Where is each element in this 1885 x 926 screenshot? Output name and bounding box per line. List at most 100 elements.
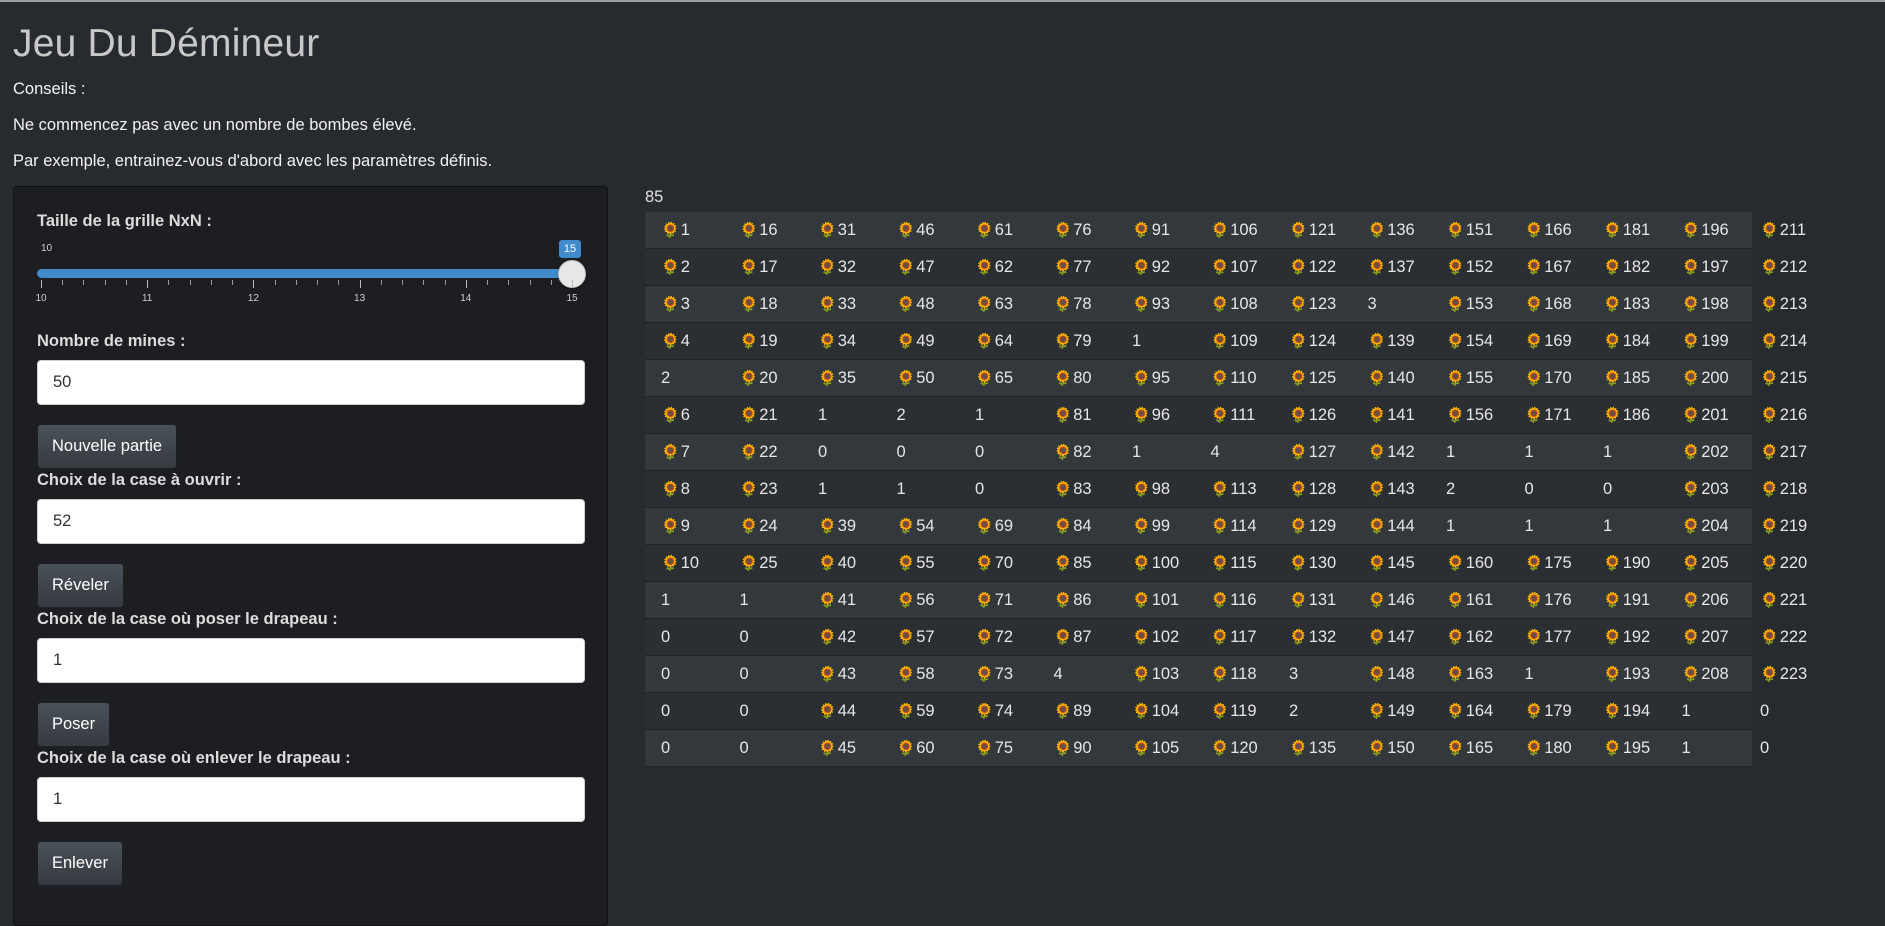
board-cell-hidden[interactable]: 🌻185 bbox=[1603, 360, 1650, 396]
board-cell-hidden[interactable]: 🌻161 bbox=[1446, 582, 1493, 618]
board-cell-hidden[interactable]: 🌻160 bbox=[1446, 545, 1493, 581]
new-game-button[interactable]: Nouvelle partie bbox=[37, 424, 178, 469]
board-cell-hidden[interactable]: 🌻100 bbox=[1132, 545, 1179, 581]
board-cell-hidden[interactable]: 🌻106 bbox=[1211, 212, 1258, 248]
board-cell-hidden[interactable]: 🌻21 bbox=[740, 397, 778, 433]
board-cell-hidden[interactable]: 🌻140 bbox=[1368, 360, 1415, 396]
board-cell-hidden[interactable]: 🌻65 bbox=[975, 360, 1013, 396]
board-cell-hidden[interactable]: 🌻126 bbox=[1289, 397, 1336, 433]
board-cell-revealed[interactable]: 1 bbox=[818, 471, 827, 507]
board-cell-revealed[interactable]: 1 bbox=[1132, 434, 1141, 470]
board-cell-hidden[interactable]: 🌻72 bbox=[975, 619, 1013, 655]
board-cell-hidden[interactable]: 🌻55 bbox=[897, 545, 935, 581]
board-cell-hidden[interactable]: 🌻219 bbox=[1760, 508, 1807, 544]
board-cell-hidden[interactable]: 🌻168 bbox=[1525, 286, 1572, 322]
board-cell-hidden[interactable]: 🌻169 bbox=[1525, 323, 1572, 359]
board-cell-hidden[interactable]: 🌻221 bbox=[1760, 582, 1807, 618]
board-cell-hidden[interactable]: 🌻64 bbox=[975, 323, 1013, 359]
board-cell-hidden[interactable]: 🌻195 bbox=[1603, 730, 1650, 766]
board-cell-hidden[interactable]: 🌻201 bbox=[1682, 397, 1729, 433]
board-cell-hidden[interactable]: 🌻113 bbox=[1211, 471, 1257, 507]
board-cell-hidden[interactable]: 🌻84 bbox=[1054, 508, 1092, 544]
board-cell-hidden[interactable]: 🌻214 bbox=[1760, 323, 1807, 359]
board-cell-hidden[interactable]: 🌻216 bbox=[1760, 397, 1807, 433]
board-cell-hidden[interactable]: 🌻59 bbox=[897, 693, 935, 729]
board-cell-revealed[interactable]: 0 bbox=[1760, 730, 1769, 766]
board-cell-revealed[interactable]: 4 bbox=[1211, 434, 1220, 470]
board-cell-hidden[interactable]: 🌻145 bbox=[1368, 545, 1415, 581]
board-cell-hidden[interactable]: 🌻149 bbox=[1368, 693, 1415, 729]
board-cell-hidden[interactable]: 🌻76 bbox=[1054, 212, 1092, 248]
board-cell-hidden[interactable]: 🌻152 bbox=[1446, 249, 1493, 285]
board-cell-hidden[interactable]: 🌻120 bbox=[1211, 730, 1258, 766]
board-cell-hidden[interactable]: 🌻220 bbox=[1760, 545, 1807, 581]
board-cell-revealed[interactable]: 1 bbox=[1603, 434, 1612, 470]
board-cell-hidden[interactable]: 🌻98 bbox=[1132, 471, 1170, 507]
board-cell-revealed[interactable]: 0 bbox=[1760, 693, 1769, 729]
board-cell-hidden[interactable]: 🌻95 bbox=[1132, 360, 1170, 396]
board-cell-hidden[interactable]: 🌻80 bbox=[1054, 360, 1092, 396]
board-cell-hidden[interactable]: 🌻153 bbox=[1446, 286, 1493, 322]
board-cell-hidden[interactable]: 🌻109 bbox=[1211, 323, 1258, 359]
board-cell-hidden[interactable]: 🌻107 bbox=[1211, 249, 1258, 285]
board-cell-hidden[interactable]: 🌻92 bbox=[1132, 249, 1170, 285]
board-cell-revealed[interactable]: 2 bbox=[1289, 693, 1298, 729]
board-cell-hidden[interactable]: 🌻190 bbox=[1603, 545, 1650, 581]
board-cell-hidden[interactable]: 🌻46 bbox=[897, 212, 935, 248]
board-cell-hidden[interactable]: 🌻82 bbox=[1054, 434, 1092, 470]
board-cell-hidden[interactable]: 🌻33 bbox=[818, 286, 856, 322]
board-cell-hidden[interactable]: 🌻96 bbox=[1132, 397, 1170, 433]
board-cell-hidden[interactable]: 🌻136 bbox=[1368, 212, 1415, 248]
board-cell-hidden[interactable]: 🌻87 bbox=[1054, 619, 1092, 655]
board-cell-revealed[interactable]: 1 bbox=[1682, 730, 1691, 766]
board-cell-hidden[interactable]: 🌻207 bbox=[1682, 619, 1729, 655]
board-cell-hidden[interactable]: 🌻111 bbox=[1211, 397, 1256, 433]
board-cell-revealed[interactable]: 1 bbox=[1682, 693, 1691, 729]
board-cell-hidden[interactable]: 🌻70 bbox=[975, 545, 1013, 581]
board-cell-hidden[interactable]: 🌻91 bbox=[1132, 212, 1170, 248]
board-cell-hidden[interactable]: 🌻58 bbox=[897, 656, 935, 692]
board-cell-hidden[interactable]: 🌻193 bbox=[1603, 656, 1650, 692]
board-cell-hidden[interactable]: 🌻132 bbox=[1289, 619, 1336, 655]
board-cell-hidden[interactable]: 🌻164 bbox=[1446, 693, 1493, 729]
board-cell-hidden[interactable]: 🌻69 bbox=[975, 508, 1013, 544]
board-cell-hidden[interactable]: 🌻23 bbox=[740, 471, 778, 507]
board-cell-hidden[interactable]: 🌻75 bbox=[975, 730, 1013, 766]
board-cell-hidden[interactable]: 🌻198 bbox=[1682, 286, 1729, 322]
board-cell-hidden[interactable]: 🌻78 bbox=[1054, 286, 1092, 322]
board-cell-revealed[interactable]: 0 bbox=[975, 434, 984, 470]
board-cell-hidden[interactable]: 🌻176 bbox=[1525, 582, 1572, 618]
board-cell-hidden[interactable]: 🌻117 bbox=[1211, 619, 1257, 655]
board-cell-hidden[interactable]: 🌻125 bbox=[1289, 360, 1336, 396]
board-cell-revealed[interactable]: 0 bbox=[1603, 471, 1612, 507]
board-cell-hidden[interactable]: 🌻141 bbox=[1368, 397, 1415, 433]
board-cell-revealed[interactable]: 0 bbox=[1525, 471, 1534, 507]
board-cell-hidden[interactable]: 🌻42 bbox=[818, 619, 856, 655]
board-cell-hidden[interactable]: 🌻130 bbox=[1289, 545, 1336, 581]
board-cell-hidden[interactable]: 🌻54 bbox=[897, 508, 935, 544]
board-cell-hidden[interactable]: 🌻45 bbox=[818, 730, 856, 766]
board-cell-hidden[interactable]: 🌻49 bbox=[897, 323, 935, 359]
remove-flag-input[interactable]: 1 bbox=[37, 777, 585, 822]
board-cell-hidden[interactable]: 🌻191 bbox=[1603, 582, 1650, 618]
board-cell-hidden[interactable]: 🌻213 bbox=[1760, 286, 1807, 322]
board-cell-hidden[interactable]: 🌻118 bbox=[1211, 656, 1257, 692]
board-cell-hidden[interactable]: 🌻90 bbox=[1054, 730, 1092, 766]
board-cell-hidden[interactable]: 🌻35 bbox=[818, 360, 856, 396]
board-cell-hidden[interactable]: 🌻146 bbox=[1368, 582, 1415, 618]
board-cell-hidden[interactable]: 🌻57 bbox=[897, 619, 935, 655]
board-cell-hidden[interactable]: 🌻144 bbox=[1368, 508, 1415, 544]
board-cell-revealed[interactable]: 2 bbox=[1446, 471, 1455, 507]
board-cell-hidden[interactable]: 🌻108 bbox=[1211, 286, 1258, 322]
board-cell-hidden[interactable]: 🌻6 bbox=[661, 397, 690, 433]
board-cell-hidden[interactable]: 🌻74 bbox=[975, 693, 1013, 729]
board-cell-revealed[interactable]: 0 bbox=[818, 434, 827, 470]
board-cell-hidden[interactable]: 🌻122 bbox=[1289, 249, 1336, 285]
board-cell-hidden[interactable]: 🌻139 bbox=[1368, 323, 1415, 359]
remove-flag-button[interactable]: Enlever bbox=[37, 841, 123, 886]
board-cell-hidden[interactable]: 🌻56 bbox=[897, 582, 935, 618]
reveal-button[interactable]: Réveler bbox=[37, 563, 124, 608]
board-cell-hidden[interactable]: 🌻199 bbox=[1682, 323, 1729, 359]
board-cell-revealed[interactable]: 0 bbox=[661, 619, 670, 655]
board-cell-hidden[interactable]: 🌻102 bbox=[1132, 619, 1179, 655]
